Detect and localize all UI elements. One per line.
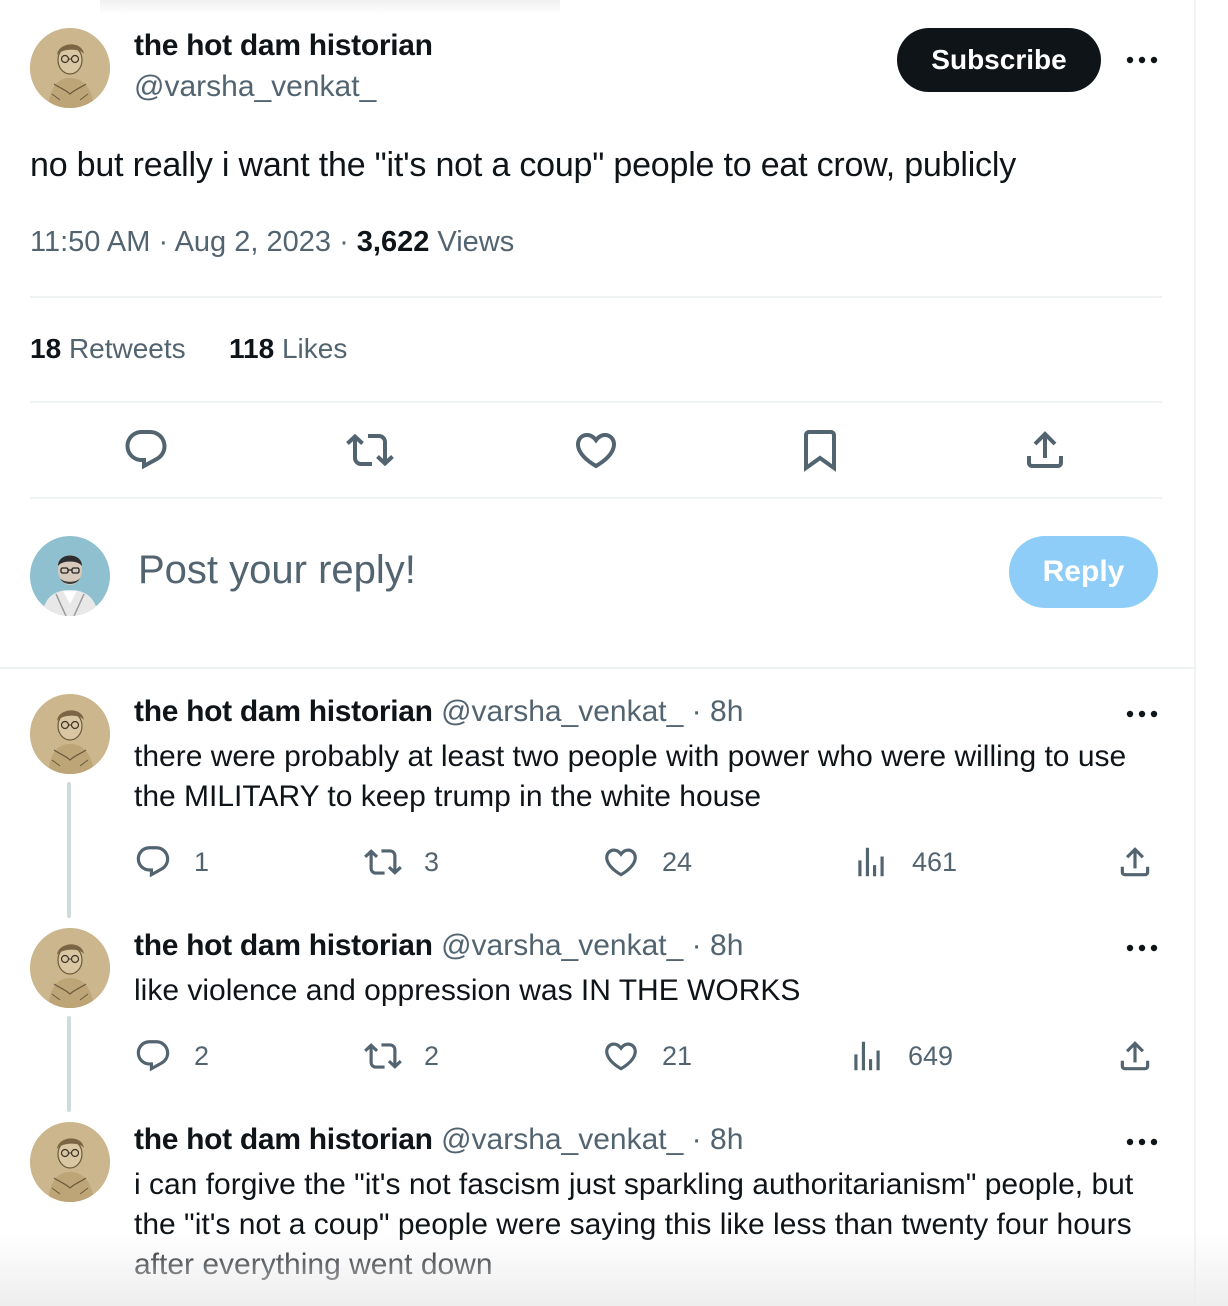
bookmark-icon[interactable] [796, 426, 844, 474]
reply-icon [134, 1037, 172, 1075]
share-action[interactable] [1116, 843, 1154, 881]
meta-separator: · [691, 1123, 702, 1156]
section-divider [0, 667, 1196, 669]
reply-icon[interactable] [122, 426, 170, 474]
meta-separator: · [158, 226, 175, 258]
more-options-icon[interactable] [1122, 702, 1162, 726]
reply-button[interactable]: Reply [1009, 536, 1158, 608]
reply-text: there were probably at least two people … [134, 740, 1127, 813]
views-action[interactable]: 461 [852, 843, 957, 881]
current-user-avatar[interactable] [30, 536, 110, 616]
meta-separator: · [691, 929, 702, 962]
views-icon [848, 1037, 886, 1075]
share-icon [1116, 1037, 1154, 1075]
views-icon [852, 843, 890, 881]
more-options-icon[interactable] [1122, 48, 1162, 72]
like-icon [602, 843, 640, 881]
views-count: 461 [912, 846, 958, 877]
retweets-stat[interactable]: 18 Retweets [30, 333, 186, 365]
reply-input[interactable]: Post your reply! [138, 548, 416, 593]
reply-author-handle[interactable]: @varsha_venkat_ [441, 695, 683, 728]
reply-header: the hot dam historian @varsha_venkat_ · … [134, 1123, 743, 1157]
author-avatar[interactable] [30, 28, 110, 108]
reply-text: i can forgive the "it's not fascism just… [134, 1168, 1134, 1281]
retweets-label: Retweets [68, 333, 186, 364]
reply-avatar[interactable] [30, 1122, 110, 1202]
avatar-image [30, 1122, 110, 1202]
divider [30, 401, 1162, 403]
author-handle[interactable]: @varsha_venkat_ [134, 70, 376, 104]
divider [30, 296, 1162, 298]
reply-count: 2 [194, 1040, 210, 1071]
reply-time[interactable]: 8h [710, 929, 743, 962]
tweet-meta: 11:50 AM · Aug 2, 2023 · 3,622 Views [30, 226, 514, 259]
reply-header: the hot dam historian @varsha_venkat_ · … [134, 695, 743, 729]
top-fade [100, 0, 560, 14]
reply-author-handle[interactable]: @varsha_venkat_ [441, 1123, 683, 1156]
views-label: Views [437, 226, 515, 258]
reply-author-handle[interactable]: @varsha_venkat_ [441, 929, 683, 962]
retweet-action[interactable]: 2 [364, 1037, 439, 1075]
avatar-image [30, 928, 110, 1008]
like-icon[interactable] [572, 426, 620, 474]
retweet-count: 3 [424, 846, 440, 877]
avatar-image [30, 28, 110, 108]
views-count: 649 [908, 1040, 954, 1071]
views-action[interactable]: 649 [848, 1037, 953, 1075]
more-options-icon[interactable] [1122, 1130, 1162, 1154]
meta-separator: · [691, 695, 702, 728]
share-icon[interactable] [1021, 426, 1069, 474]
reply-time[interactable]: 8h [710, 695, 743, 728]
author-name[interactable]: the hot dam historian [134, 29, 433, 63]
avatar-image [30, 694, 110, 774]
reply-action[interactable]: 1 [134, 843, 209, 881]
tweet-page: the hot dam historian @varsha_venkat_ Su… [0, 0, 1196, 1306]
retweet-icon [364, 1037, 402, 1075]
share-icon [1116, 843, 1154, 881]
like-count: 24 [662, 846, 693, 877]
reply-time[interactable]: 8h [710, 1123, 743, 1156]
likes-stat[interactable]: 118 Likes [229, 333, 347, 365]
likes-count: 118 [229, 333, 275, 364]
like-action[interactable]: 24 [602, 843, 692, 881]
thread-line [67, 782, 71, 918]
reply-author-name[interactable]: the hot dam historian [134, 1123, 433, 1156]
retweet-count: 2 [424, 1040, 440, 1071]
like-icon [602, 1037, 640, 1075]
views-count: 3,622 [356, 226, 430, 258]
retweet-icon[interactable] [346, 426, 394, 474]
divider [30, 497, 1162, 499]
tweet-date[interactable]: Aug 2, 2023 [175, 226, 331, 258]
retweet-action[interactable]: 3 [364, 843, 439, 881]
meta-separator: · [339, 226, 357, 258]
more-options-icon[interactable] [1122, 936, 1162, 960]
avatar-image [30, 536, 110, 616]
reply-avatar[interactable] [30, 694, 110, 774]
reply-author-name[interactable]: the hot dam historian [134, 929, 433, 962]
reply-count: 1 [194, 846, 210, 877]
reply-avatar[interactable] [30, 928, 110, 1008]
retweets-count: 18 [30, 333, 62, 364]
likes-label: Likes [281, 333, 348, 364]
retweet-icon [364, 843, 402, 881]
thread-line [67, 1016, 71, 1112]
reply-text: like violence and oppression was IN THE … [134, 974, 801, 1007]
reply-author-name[interactable]: the hot dam historian [134, 695, 433, 728]
like-count: 21 [662, 1040, 693, 1071]
reply-header: the hot dam historian @varsha_venkat_ · … [134, 929, 743, 963]
reply-icon [134, 843, 172, 881]
share-action[interactable] [1116, 1037, 1154, 1075]
tweet-time[interactable]: 11:50 AM [30, 226, 150, 258]
tweet-text: no but really i want the "it's not a cou… [30, 146, 1017, 184]
like-action[interactable]: 21 [602, 1037, 692, 1075]
subscribe-button[interactable]: Subscribe [897, 28, 1101, 92]
reply-action[interactable]: 2 [134, 1037, 209, 1075]
column-border [1194, 0, 1196, 1306]
